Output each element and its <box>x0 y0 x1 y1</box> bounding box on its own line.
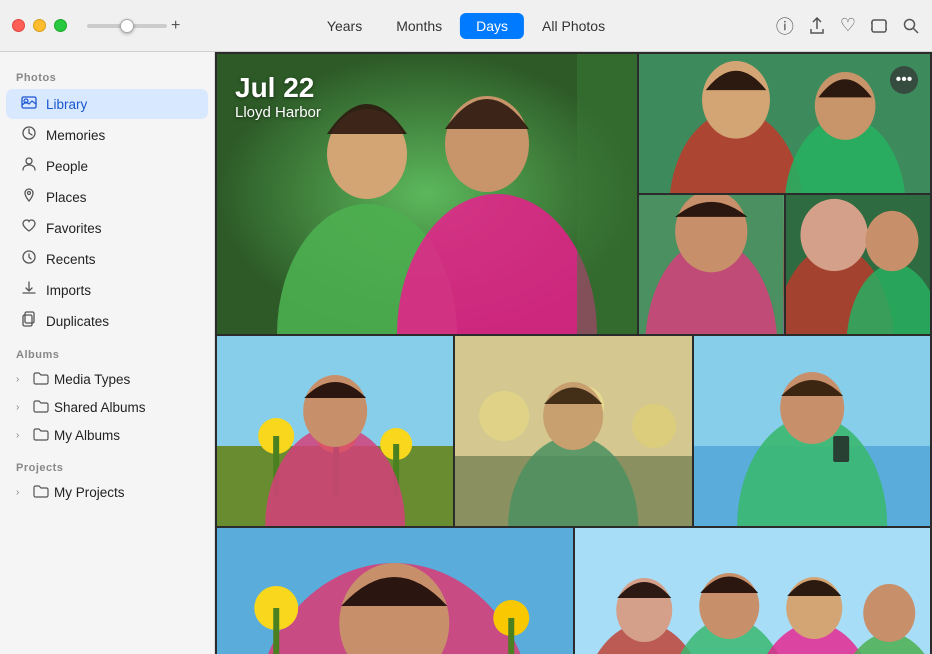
traffic-lights <box>12 19 67 32</box>
imports-icon <box>20 280 38 300</box>
sidebar-item-people[interactable]: People <box>6 151 208 181</box>
memories-icon <box>20 125 38 145</box>
more-options-button[interactable]: ••• <box>890 66 918 94</box>
sidebar-item-label: Media Types <box>54 372 130 387</box>
folder-icon <box>32 371 50 388</box>
chevron-right-icon: › <box>16 430 28 441</box>
sidebar-item-memories[interactable]: Memories <box>6 120 208 150</box>
toolbar-icons: ⓘ ♡ <box>776 13 920 39</box>
sidebar-item-my-albums[interactable]: › My Albums <box>6 422 208 449</box>
search-icon[interactable] <box>902 17 920 35</box>
recents-icon <box>20 249 38 269</box>
photo-cell-row2-2[interactable] <box>455 336 691 526</box>
sidebar-item-label: People <box>46 159 88 174</box>
zoom-slider-track[interactable] <box>87 24 167 28</box>
duplicates-icon <box>20 311 38 331</box>
sidebar-item-label: Duplicates <box>46 314 109 329</box>
sidebar: Photos Library Memories <box>0 52 215 654</box>
date-header: Jul 22 Lloyd Harbor <box>235 72 321 121</box>
sidebar-item-label: Memories <box>46 128 105 143</box>
favorites-icon <box>20 218 38 238</box>
info-icon[interactable]: ⓘ <box>776 13 794 39</box>
favorite-icon[interactable]: ♡ <box>840 15 856 36</box>
tab-years[interactable]: Years <box>311 13 378 39</box>
zoom-slider-thumb[interactable] <box>120 19 134 33</box>
places-icon <box>20 187 38 207</box>
zoom-plus-button[interactable]: + <box>171 17 180 35</box>
sidebar-item-shared-albums[interactable]: › Shared Albums <box>6 394 208 421</box>
photo-cell-row2-1[interactable] <box>217 336 453 526</box>
minimize-button[interactable] <box>33 19 46 32</box>
date-day: Jul 22 <box>235 72 321 104</box>
photo-cell-row3-2[interactable] <box>575 528 931 654</box>
sidebar-item-label: Places <box>46 190 87 205</box>
sidebar-item-favorites[interactable]: Favorites <box>6 213 208 243</box>
tab-all-photos[interactable]: All Photos <box>526 13 621 39</box>
main-content: Photos Library Memories <box>0 52 932 654</box>
folder-icon <box>32 399 50 416</box>
chevron-right-icon: › <box>16 374 28 385</box>
photo-row-3 <box>217 528 930 654</box>
tab-months[interactable]: Months <box>380 13 458 39</box>
zoom-slider-area[interactable]: + <box>87 17 180 35</box>
sidebar-item-label: My Projects <box>54 485 125 500</box>
photo-row-2 <box>217 336 930 526</box>
projects-section-label: Projects <box>0 450 214 478</box>
sidebar-item-media-types[interactable]: › Media Types <box>6 366 208 393</box>
date-location: Lloyd Harbor <box>235 104 321 121</box>
sidebar-item-library[interactable]: Library <box>6 89 208 119</box>
photo-cell-row3-1[interactable] <box>217 528 573 654</box>
view-tabs: Years Months Days All Photos <box>311 13 621 39</box>
people-icon <box>20 156 38 176</box>
folder-icon <box>32 427 50 444</box>
photo-area: Jul 22 Lloyd Harbor <box>215 52 932 654</box>
library-icon <box>20 94 38 114</box>
sidebar-item-my-projects[interactable]: › My Projects <box>6 479 208 506</box>
share-icon[interactable] <box>808 17 826 35</box>
sidebar-item-label: Recents <box>46 252 96 267</box>
slideshow-icon[interactable] <box>870 17 888 35</box>
tab-days[interactable]: Days <box>460 13 524 39</box>
photo-row-1: Jul 22 Lloyd Harbor <box>217 54 930 334</box>
photo-cell-row2-3[interactable] <box>694 336 930 526</box>
albums-section-label: Albums <box>0 337 214 365</box>
chevron-right-icon: › <box>16 487 28 498</box>
photo-grid: Jul 22 Lloyd Harbor <box>215 52 932 654</box>
photo-cell-main[interactable]: Jul 22 Lloyd Harbor <box>217 54 637 334</box>
maximize-button[interactable] <box>54 19 67 32</box>
sidebar-item-label: Library <box>46 97 87 112</box>
sidebar-item-label: Imports <box>46 283 91 298</box>
folder-icon <box>32 484 50 501</box>
chevron-right-icon: › <box>16 402 28 413</box>
photo-cell-bottom-right-1[interactable] <box>639 195 784 334</box>
sidebar-item-imports[interactable]: Imports <box>6 275 208 305</box>
sidebar-item-label: My Albums <box>54 428 120 443</box>
sidebar-item-recents[interactable]: Recents <box>6 244 208 274</box>
sidebar-item-places[interactable]: Places <box>6 182 208 212</box>
sidebar-item-label: Shared Albums <box>54 400 146 415</box>
photo-row-1-right: ••• <box>639 54 930 334</box>
title-bar: + Years Months Days All Photos ⓘ ♡ <box>0 0 932 52</box>
sidebar-item-label: Favorites <box>46 221 102 236</box>
photo-cell-bottom-right-2[interactable] <box>786 195 931 334</box>
sidebar-item-duplicates[interactable]: Duplicates <box>6 306 208 336</box>
photo-cell-top-right[interactable]: ••• <box>639 54 930 193</box>
photos-section-label: Photos <box>0 60 214 88</box>
close-button[interactable] <box>12 19 25 32</box>
